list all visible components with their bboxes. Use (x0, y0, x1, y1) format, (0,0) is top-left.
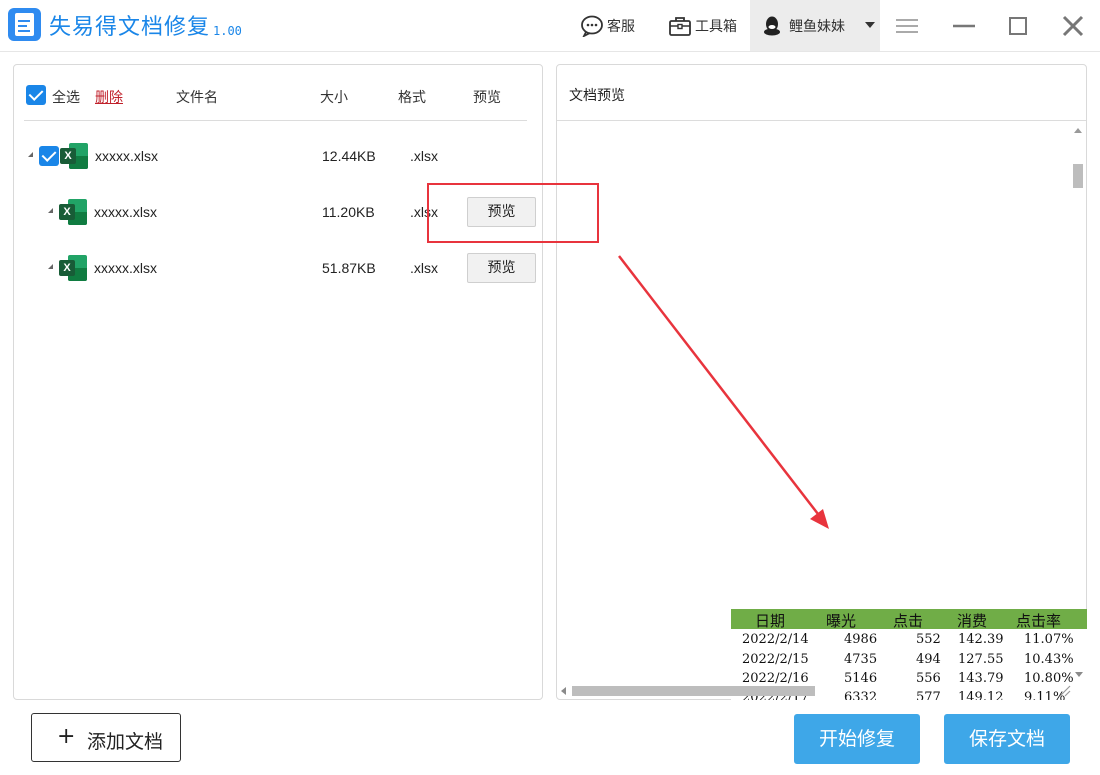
column-header-size: 大小 (320, 90, 348, 106)
chat-bubble-icon (581, 15, 603, 37)
file-name: xxxxx.xlsx (94, 204, 157, 220)
start-repair-button[interactable]: 开始修复 (794, 714, 920, 764)
close-button[interactable] (1060, 14, 1086, 38)
scroll-down-arrow-icon[interactable] (1075, 672, 1083, 677)
chevron-down-icon (865, 22, 875, 28)
sheet-cell: 10.43% (1024, 652, 1074, 667)
excel-file-icon: X (60, 143, 88, 169)
sheet-cell: 127.55 (958, 652, 1004, 667)
add-document-label: 添加文档 (87, 731, 164, 753)
select-all-checkbox[interactable] (26, 85, 46, 105)
sheet-cell: 2022/2/15 (742, 652, 809, 667)
username: 鲤鱼妹妹 (789, 19, 845, 35)
sheet-cell: 2022/2/14 (742, 632, 809, 647)
sheet-cell: 142.39 (958, 632, 1004, 647)
app-logo-icon (8, 8, 41, 41)
minimize-icon (953, 24, 975, 28)
add-document-button[interactable]: + 添加文档 (31, 713, 181, 762)
minimize-button[interactable] (951, 14, 977, 38)
resize-grip-icon[interactable] (1057, 683, 1071, 697)
customer-service-label: 客服 (607, 19, 635, 35)
toolbox-label: 工具箱 (695, 19, 737, 35)
close-icon (1062, 15, 1084, 37)
scroll-left-arrow-icon[interactable] (561, 687, 566, 695)
sheet-cell: 4735 (844, 652, 878, 667)
file-list-panel: 全选 删除 文件名 大小 格式 预览 X xxxxx.xlsx 12.44KB … (13, 64, 543, 700)
scrollbar-thumb[interactable] (1073, 164, 1083, 188)
document-preview-panel: 文档预览 (556, 64, 1087, 700)
file-format: .xlsx (410, 260, 438, 276)
preview-panel-title: 文档预览 (569, 88, 625, 104)
maximize-icon (1009, 17, 1027, 35)
column-header-filename: 文件名 (176, 90, 218, 106)
table-row[interactable]: X xxxxx.xlsx 51.87KB .xlsx 预览 (14, 248, 542, 288)
save-document-button[interactable]: 保存文档 (944, 714, 1070, 764)
sheet-header-cell: 点击率 (1016, 612, 1062, 630)
toolbox-button[interactable]: 工具箱 (668, 14, 737, 38)
excel-file-icon: X (59, 199, 87, 225)
select-all-label[interactable]: 全选 (52, 87, 80, 107)
customer-service-button[interactable]: 客服 (580, 14, 635, 38)
expand-triangle-icon[interactable] (45, 264, 53, 269)
expand-triangle-icon[interactable] (45, 208, 53, 213)
sheet-header-cell: 消费 (957, 612, 988, 630)
file-size: 12.44KB (322, 148, 376, 164)
table-row[interactable]: X xxxxx.xlsx 12.44KB .xlsx (14, 136, 542, 176)
qq-penguin-icon (764, 16, 780, 36)
file-list-header: 全选 删除 文件名 大小 格式 预览 (14, 65, 542, 121)
sheet-cell: 494 (916, 652, 941, 667)
excel-file-icon: X (59, 255, 87, 281)
user-account-menu[interactable]: 鲤鱼妹妹 (750, 0, 880, 51)
file-name: xxxxx.xlsx (94, 260, 157, 276)
app-version: 1.00 (213, 24, 242, 38)
sheet-cell: 11.07% (1024, 632, 1074, 647)
app-title: 失易得文档修复 (49, 15, 211, 40)
menu-icon (896, 19, 918, 33)
sheet-header-cell: 点击 (893, 612, 924, 630)
delete-link[interactable]: 删除 (95, 87, 123, 107)
annotation-highlight-box (427, 183, 599, 243)
vertical-scrollbar[interactable] (1071, 121, 1086, 513)
plus-icon: + (57, 724, 76, 749)
maximize-button[interactable] (1005, 14, 1031, 38)
sheet-header-cell: 日期 (755, 612, 786, 630)
sheet-header-row: 日期 曝光 点击 消费 点击率 (731, 609, 1087, 630)
expand-triangle-icon[interactable] (25, 152, 33, 157)
column-header-preview: 预览 (473, 90, 501, 106)
title-bar: 失易得文档修复 1.00 客服 工具箱 鲤鱼妹妹 (0, 0, 1100, 52)
file-size: 11.20KB (322, 204, 375, 220)
sheet-cell: 552 (916, 632, 941, 647)
column-header-format: 格式 (398, 90, 426, 106)
file-size: 51.87KB (322, 260, 376, 276)
sheet-header-cell: 曝光 (826, 612, 857, 630)
horizontal-scrollbar[interactable] (557, 683, 1086, 699)
file-name: xxxxx.xlsx (95, 148, 158, 164)
toolbox-icon (669, 17, 691, 36)
scrollbar-thumb[interactable] (572, 686, 815, 696)
row-checkbox[interactable] (39, 146, 59, 166)
preview-button[interactable]: 预览 (467, 253, 536, 283)
file-format: .xlsx (410, 148, 438, 164)
sheet-cell: 4986 (844, 632, 878, 647)
scroll-up-arrow-icon[interactable] (1074, 128, 1082, 133)
menu-button[interactable] (894, 14, 920, 38)
